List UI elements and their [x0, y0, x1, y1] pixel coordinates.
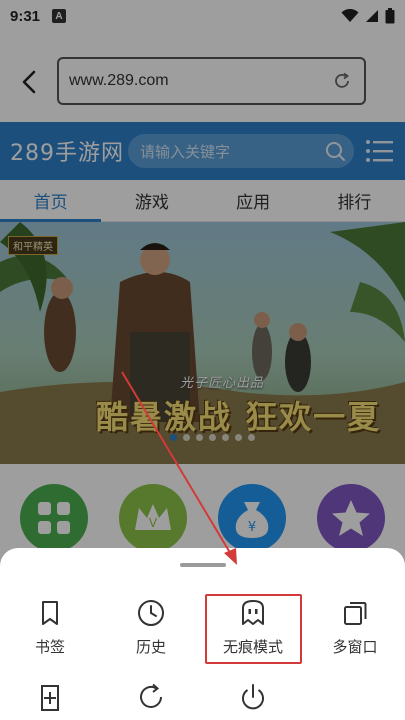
add-bookmark-icon	[41, 685, 59, 711]
menu-item-label: 书签	[34, 638, 65, 656]
menu-item-exit[interactable]	[205, 682, 301, 712]
power-exit-icon	[242, 684, 264, 710]
browser-screen: 9:31 A www.289.com 289手游网 请输入关键字 首页 游戏 应…	[0, 0, 405, 720]
sheet-drag-handle[interactable]	[180, 563, 226, 567]
multi-window-icon	[344, 602, 367, 625]
bookmark-icon	[42, 601, 58, 625]
menu-item-refresh[interactable]	[103, 682, 199, 712]
refresh-icon	[140, 683, 162, 708]
menu-item-history[interactable]: 历史	[103, 598, 199, 657]
menu-item-label: 多窗口	[332, 638, 378, 656]
menu-item-multi-window[interactable]: 多窗口	[307, 598, 403, 657]
annotation-highlight-box	[205, 594, 302, 664]
menu-item-label: 历史	[135, 638, 166, 656]
menu-item-add-bookmark[interactable]	[2, 682, 98, 712]
menu-item-bookmarks[interactable]: 书签	[2, 598, 98, 657]
clock-history-icon	[138, 600, 164, 626]
